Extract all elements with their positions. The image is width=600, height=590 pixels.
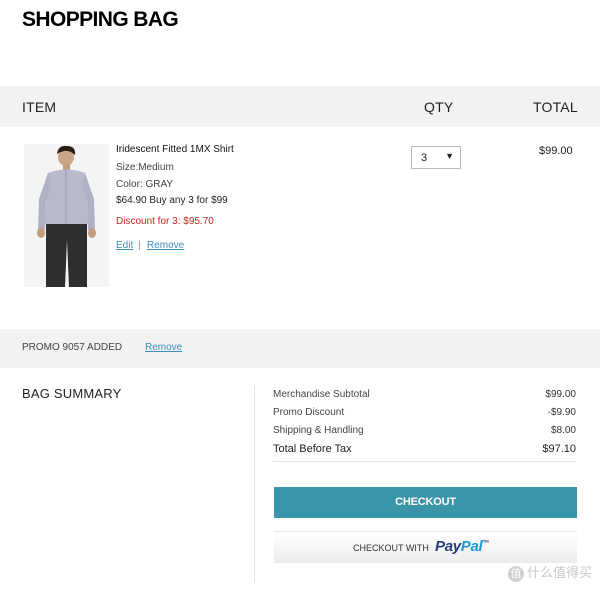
summary-label-subtotal: Merchandise Subtotal [273, 389, 370, 400]
summary-value-shipping: $8.00 [550, 425, 576, 436]
qty-column-header: QTY [424, 99, 454, 115]
site-watermark: 值什么值得买 [507, 562, 592, 582]
quantity-select[interactable]: 3 ▼ [411, 146, 461, 169]
watermark-text: 什么值得买 [526, 565, 592, 580]
item-column-header: ITEM [22, 99, 57, 115]
page-title: SHOPPING BAG [22, 8, 179, 31]
chevron-down-icon: ▼ [445, 151, 454, 161]
link-separator: | [138, 240, 141, 251]
line-total: $99.00 [539, 145, 573, 157]
promo-status: PROMO 9057 ADDED [22, 342, 123, 353]
remove-item-link[interactable]: Remove [147, 240, 184, 251]
summary-rule [273, 461, 576, 462]
remove-promo-link[interactable]: Remove [145, 342, 182, 353]
checkout-button[interactable]: CHECKOUT [274, 487, 577, 518]
table-header [0, 86, 600, 127]
watermark-badge-icon: 值 [507, 565, 524, 582]
quantity-value: 3 [421, 152, 428, 164]
shirt-model-icon [24, 144, 109, 287]
summary-value-subtotal: $99.00 [545, 389, 576, 400]
summary-label-promo: Promo Discount [273, 407, 345, 418]
product-color: Color: GRAY [116, 179, 174, 190]
summary-value-total: $97.10 [542, 443, 576, 455]
total-column-header: TOTAL [533, 99, 578, 115]
summary-value-promo: -$9.90 [547, 407, 576, 418]
product-size: Size:Medium [116, 162, 174, 173]
edit-item-link[interactable]: Edit [116, 240, 133, 251]
paypal-button-label: CHECKOUT WITH [353, 543, 429, 553]
summary-label-shipping: Shipping & Handling [273, 425, 364, 436]
paypal-logo-icon: PayPal™ [435, 538, 490, 555]
bag-summary-title: BAG SUMMARY [22, 386, 122, 401]
summary-label-total: Total Before Tax [273, 443, 352, 455]
product-price-offer: $64.90 Buy any 3 for $99 [116, 195, 228, 206]
product-image[interactable] [24, 144, 109, 287]
paypal-checkout-button[interactable]: CHECKOUT WITH PayPal™ [274, 531, 577, 563]
summary-divider [254, 386, 255, 582]
product-name[interactable]: Iridescent Fitted 1MX Shirt [116, 144, 234, 155]
product-discount: Discount for 3: $95.70 [116, 216, 214, 227]
